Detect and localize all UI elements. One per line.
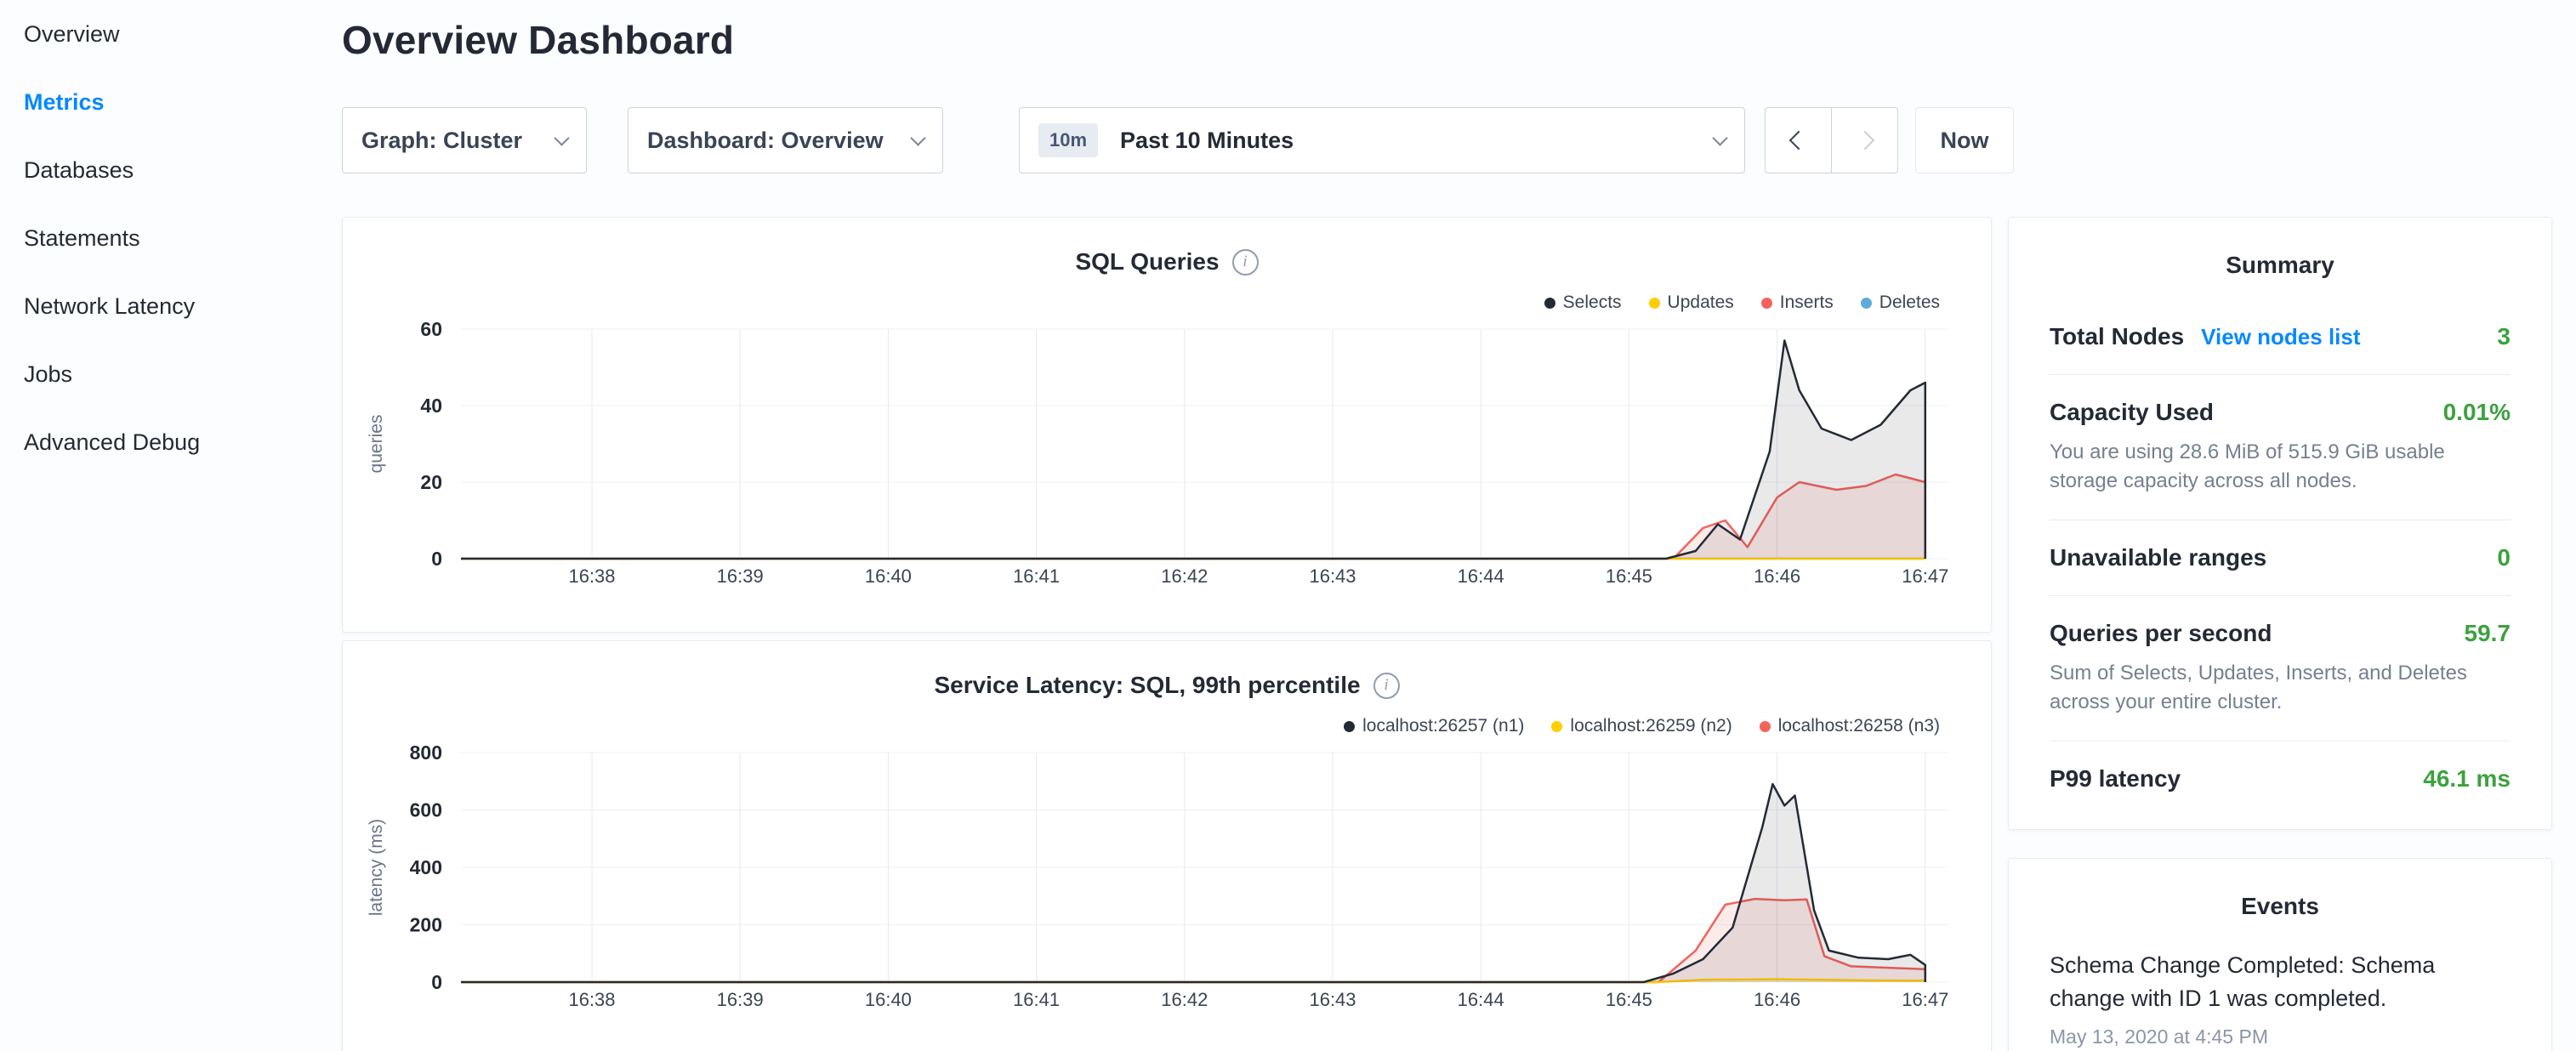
sidebar: Overview Metrics Databases Statements Ne… (0, 0, 336, 476)
svg-text:16:39: 16:39 (717, 989, 764, 1010)
service-latency-chart-card: Service Latency: SQL, 99th percentile i … (342, 640, 1992, 1051)
metric-label: Unavailable ranges (2050, 544, 2266, 571)
sql-queries-plot: 0 20 40 60 16:38 16:39 16:40 16:41 16:42 16:43 16:… (343, 218, 1993, 633)
sidebar-item-metrics[interactable]: Metrics (0, 68, 336, 136)
svg-text:800: 800 (410, 741, 442, 764)
svg-text:16:41: 16:41 (1013, 565, 1060, 587)
chevron-left-icon (1788, 131, 1808, 151)
metric-value: 46.1 ms (2423, 765, 2511, 793)
metric-description: Sum of Selects, Updates, Inserts, and De… (2050, 659, 2511, 717)
summary-unavailable-ranges: Unavailable ranges 0 (2050, 520, 2511, 595)
events-panel: Events Schema Change Completed: Schema c… (2008, 858, 2552, 1051)
view-nodes-list-link[interactable]: View nodes list (2201, 324, 2360, 350)
time-back-button[interactable] (1765, 107, 1832, 173)
time-window-badge: 10m (1038, 123, 1098, 157)
chevron-down-icon (910, 130, 925, 145)
sidebar-item-statements[interactable]: Statements (0, 204, 336, 272)
svg-text:16:45: 16:45 (1606, 565, 1652, 587)
time-window-selector[interactable]: 10m Past 10 Minutes (1019, 107, 1745, 173)
dashboard-dropdown[interactable]: Dashboard: Overview (628, 107, 943, 173)
svg-text:16:43: 16:43 (1309, 989, 1356, 1010)
summary-p99-latency: P99 latency 46.1 ms (2050, 741, 2511, 816)
metric-value: 59.7 (2465, 620, 2511, 647)
summary-capacity-used: Capacity Used 0.01% You are using 28.6 M… (2050, 374, 2511, 520)
metric-label: Total Nodes (2050, 323, 2184, 350)
svg-text:40: 40 (420, 395, 442, 417)
dashboard-controls: Graph: Cluster Dashboard: Overview 10m P… (342, 107, 2014, 173)
svg-text:16:41: 16:41 (1013, 989, 1060, 1010)
sidebar-item-overview[interactable]: Overview (0, 0, 336, 68)
time-window-label: Past 10 Minutes (1120, 128, 1714, 154)
svg-text:600: 600 (410, 799, 442, 821)
summary-panel-title: Summary (2050, 218, 2511, 279)
sidebar-item-advanced-debug[interactable]: Advanced Debug (0, 408, 336, 476)
svg-text:16:43: 16:43 (1309, 565, 1356, 587)
sidebar-item-network-latency[interactable]: Network Latency (0, 272, 336, 340)
metric-description: You are using 28.6 MiB of 515.9 GiB usab… (2050, 438, 2511, 496)
svg-text:16:44: 16:44 (1458, 565, 1504, 587)
svg-text:16:45: 16:45 (1606, 989, 1652, 1010)
summary-queries-per-second: Queries per second 59.7 Sum of Selects, … (2050, 595, 2511, 741)
svg-text:16:40: 16:40 (865, 565, 912, 587)
svg-text:16:42: 16:42 (1161, 989, 1208, 1010)
page-title: Overview Dashboard (342, 17, 734, 63)
svg-text:16:39: 16:39 (717, 565, 764, 587)
chevron-right-icon (1855, 131, 1874, 151)
metric-label: Capacity Used (2050, 399, 2214, 426)
events-panel-title: Events (2050, 859, 2511, 920)
summary-panel: Summary Total Nodes View nodes list 3 Ca… (2008, 217, 2552, 830)
svg-text:16:38: 16:38 (568, 565, 615, 587)
graph-scope-dropdown-label: Graph: Cluster (361, 128, 522, 154)
sql-queries-chart-card: SQL Queries i SelectsUpdatesInsertsDelet… (342, 217, 1992, 633)
svg-text:16:38: 16:38 (568, 989, 615, 1010)
event-item[interactable]: Schema Change Completed: Schema change w… (2050, 949, 2511, 1048)
metric-value: 3 (2497, 323, 2511, 350)
service-latency-plot: 0 200 400 600 800 16:38 16:39 16:40 16:41 16:42 16… (343, 641, 1993, 1051)
dashboard-dropdown-label: Dashboard: Overview (647, 128, 884, 154)
svg-text:20: 20 (420, 471, 442, 493)
summary-total-nodes: Total Nodes View nodes list 3 (2050, 299, 2511, 374)
sidebar-item-jobs[interactable]: Jobs (0, 340, 336, 408)
metric-value: 0 (2497, 544, 2511, 571)
svg-text:60: 60 (420, 318, 442, 340)
chevron-down-icon (1712, 130, 1727, 145)
svg-text:16:47: 16:47 (1902, 989, 1948, 1010)
svg-text:queries: queries (367, 415, 386, 474)
metric-label: P99 latency (2050, 765, 2181, 793)
metric-label: Queries per second (2050, 620, 2272, 647)
svg-text:0: 0 (431, 548, 442, 570)
chevron-down-icon (554, 130, 569, 145)
svg-text:16:46: 16:46 (1754, 565, 1800, 587)
event-message: Schema Change Completed: Schema change w… (2050, 949, 2511, 1015)
sidebar-item-databases[interactable]: Databases (0, 136, 336, 204)
svg-text:400: 400 (410, 856, 442, 878)
svg-text:16:42: 16:42 (1161, 565, 1208, 587)
svg-text:latency (ms): latency (ms) (367, 819, 386, 916)
time-forward-button[interactable] (1831, 107, 1898, 173)
svg-text:16:46: 16:46 (1754, 989, 1800, 1010)
svg-text:16:44: 16:44 (1458, 989, 1504, 1010)
svg-text:16:40: 16:40 (865, 989, 912, 1010)
svg-text:0: 0 (431, 971, 442, 993)
graph-scope-dropdown[interactable]: Graph: Cluster (342, 107, 587, 173)
svg-text:200: 200 (410, 914, 442, 936)
time-step-buttons (1765, 107, 1898, 173)
now-button[interactable]: Now (1915, 107, 2014, 173)
event-timestamp: May 13, 2020 at 4:45 PM (2050, 1025, 2511, 1048)
svg-text:16:47: 16:47 (1902, 565, 1948, 587)
metric-value: 0.01% (2443, 399, 2511, 426)
